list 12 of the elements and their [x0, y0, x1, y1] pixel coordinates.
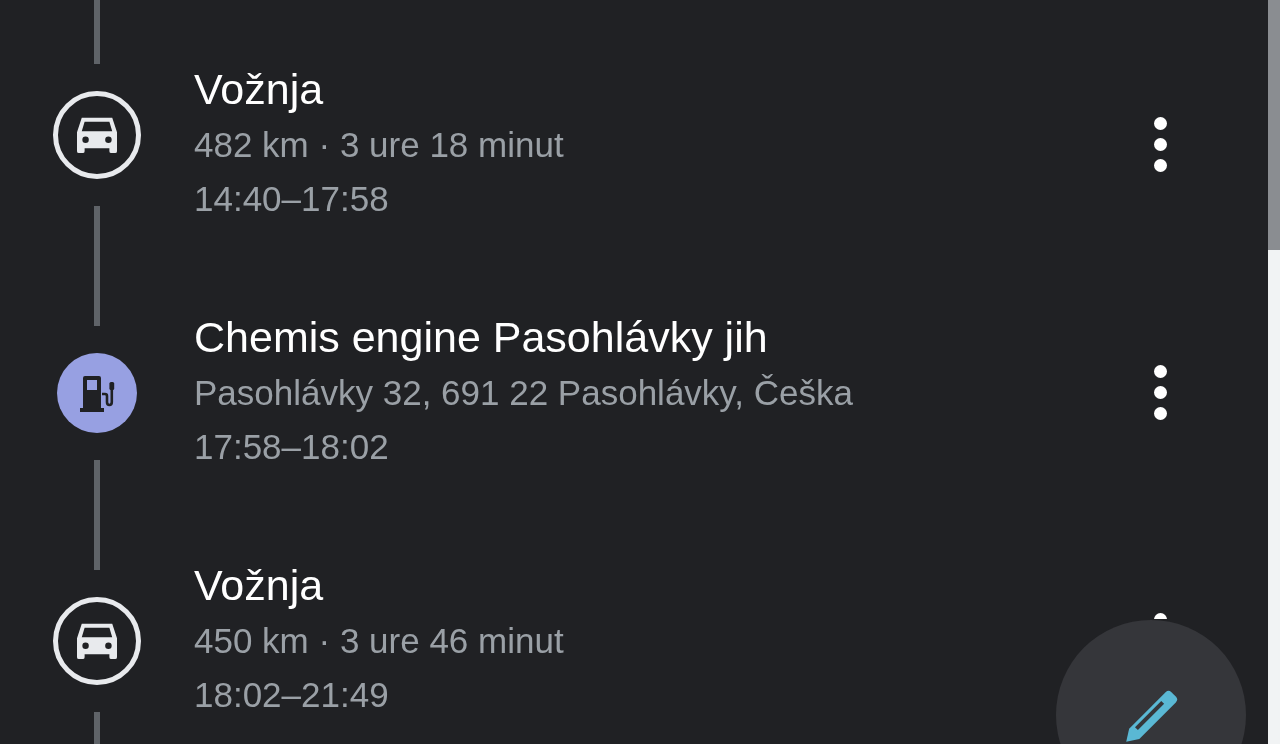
entry-time: 14:40–17:58 [194, 178, 389, 220]
entry-time: 17:58–18:02 [194, 426, 389, 468]
entry-title: Vožnja [194, 560, 324, 611]
car-icon [53, 90, 141, 179]
entry-detail: 482 km · 3 ure 18 minut [194, 124, 564, 166]
entry-detail: 450 km · 3 ure 46 minut [194, 620, 564, 662]
entry-title: Chemis engine Pasohlávky jih [194, 312, 768, 363]
entry-title: Vožnja [194, 64, 324, 115]
scrollbar-thumb[interactable] [1268, 0, 1280, 250]
entry-detail: Pasohlávky 32, 691 22 Pasohlávky, Češka [194, 372, 853, 414]
entry-time: 18:02–21:49 [194, 674, 389, 716]
car-icon [53, 597, 141, 685]
